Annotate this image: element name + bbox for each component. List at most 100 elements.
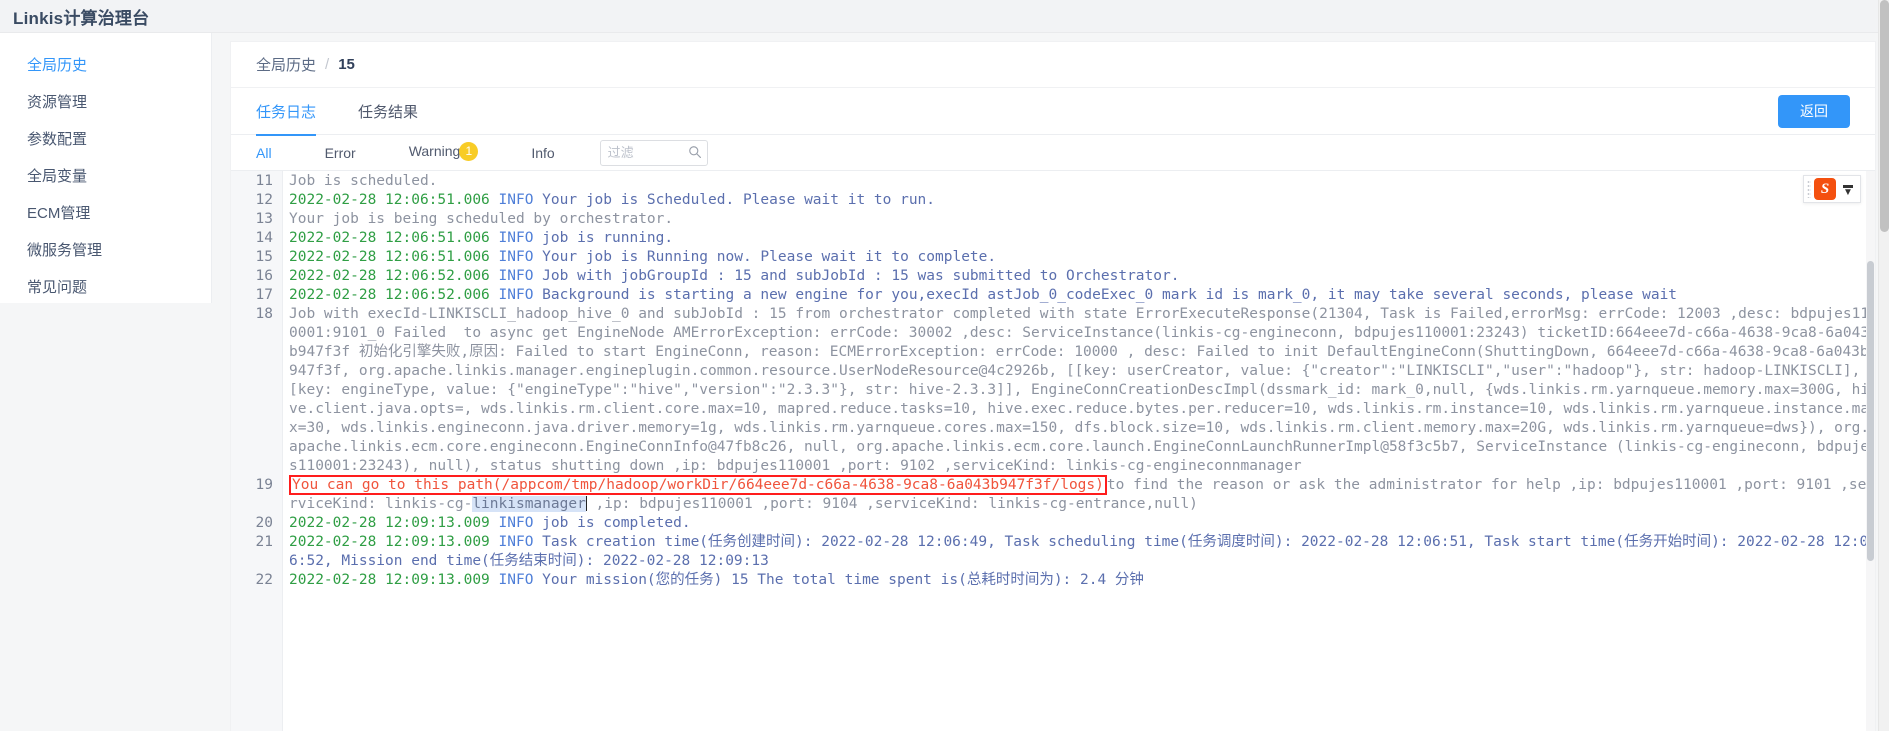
log-segment-ts: 2022-02-28 12:09:13.009 bbox=[289, 572, 499, 588]
log-segment-msg: job is completed. bbox=[542, 515, 690, 531]
ime-toolbar[interactable]: S ▬ ▼ bbox=[1803, 175, 1861, 203]
log-filter-label: Warning bbox=[409, 143, 461, 159]
tab-bar: 任务日志任务结果 返回 bbox=[231, 88, 1875, 135]
breadcrumb-separator: / bbox=[325, 56, 329, 73]
log-filter-error[interactable]: Error bbox=[315, 145, 366, 161]
main-content: 全局历史 / 15 任务日志任务结果 返回 All Error Warning1 In… bbox=[212, 33, 1889, 731]
sidebar-item-global-history[interactable]: 全局历史 bbox=[0, 47, 211, 84]
sidebar-item-label: 常见问题 bbox=[27, 279, 87, 296]
log-line[interactable]: You can go to this path(/appcom/tmp/hado… bbox=[289, 476, 1875, 514]
log-segment-lvl: INFO bbox=[499, 534, 543, 550]
sidebar-item-label: 资源管理 bbox=[27, 94, 87, 111]
log-line-number: 21 bbox=[231, 533, 282, 571]
log-segment-ts: 2022-02-28 12:06:51.006 bbox=[289, 192, 499, 208]
log-line-number: 22 bbox=[231, 571, 282, 590]
sidebar-item-global-variable[interactable]: 全局变量 bbox=[0, 158, 211, 195]
log-segment-ts: 2022-02-28 12:06:51.006 bbox=[289, 230, 499, 246]
log-segment-lvl: INFO bbox=[499, 287, 543, 303]
sidebar-item-faq[interactable]: 常见问题 bbox=[0, 269, 211, 306]
log-line-number: 17 bbox=[231, 286, 282, 305]
log-segment-lvl: INFO bbox=[499, 515, 543, 531]
log-line[interactable]: Job is scheduled. bbox=[289, 172, 1875, 191]
log-segment-plain: Job with execId-LINKISCLI_hadoop_hive_0 … bbox=[289, 306, 1869, 474]
log-segment-plain: Job is scheduled. bbox=[289, 173, 437, 189]
log-segment-ts: 2022-02-28 12:06:52.006 bbox=[289, 287, 499, 303]
sidebar-item-label: 全局变量 bbox=[27, 168, 87, 185]
log-line[interactable]: 2022-02-28 12:06:51.006 INFO Your job is… bbox=[289, 191, 1875, 210]
body-container: 全局历史资源管理参数配置全局变量 ECM管理微服务管理常见问题 全局历史 / 15… bbox=[0, 33, 1889, 731]
log-segment-lvl: INFO bbox=[499, 192, 543, 208]
log-line-number: 13 bbox=[231, 210, 282, 229]
log-filter-label: Info bbox=[531, 145, 554, 161]
task-detail-panel: 全局历史 / 15 任务日志任务结果 返回 All Error Warning1 In… bbox=[230, 41, 1876, 731]
log-scrollbar-thumb[interactable] bbox=[1867, 261, 1874, 561]
log-segment-ts: 2022-02-28 12:06:52.006 bbox=[289, 268, 499, 284]
warning-count-badge: 1 bbox=[459, 142, 478, 161]
log-viewer[interactable]: 111213141516171819202122 Job is schedule… bbox=[231, 170, 1875, 731]
page-scrollbar-track[interactable] bbox=[1878, 0, 1889, 731]
search-input[interactable] bbox=[600, 140, 708, 166]
ime-expand-icons[interactable]: ▬ ▼ bbox=[1843, 182, 1853, 196]
ime-drag-handle[interactable] bbox=[1807, 180, 1811, 198]
log-line[interactable]: 2022-02-28 12:09:13.009 INFO Task creati… bbox=[289, 533, 1875, 571]
app-title: Linkis计算治理台 bbox=[13, 4, 149, 29]
log-segment-ts: 2022-02-28 12:09:13.009 bbox=[289, 534, 499, 550]
log-segment-ts: 2022-02-28 12:06:51.006 bbox=[289, 249, 499, 265]
sidebar-item-label: 全局历史 bbox=[27, 57, 87, 74]
log-line[interactable]: 2022-02-28 12:06:52.006 INFO Background … bbox=[289, 286, 1875, 305]
log-filter-info[interactable]: Info bbox=[521, 145, 564, 161]
ime-chevron-down-icon[interactable]: ▼ bbox=[1843, 189, 1853, 196]
log-segment-msg: Background is starting a new engine for … bbox=[542, 287, 1677, 303]
sidebar-item-label: 微服务管理 bbox=[27, 242, 102, 259]
breadcrumb: 全局历史 / 15 bbox=[231, 42, 1875, 88]
sidebar-item-microservice-management[interactable]: 微服务管理 bbox=[0, 232, 211, 269]
log-line-number: 18 bbox=[231, 305, 282, 476]
log-line[interactable]: 2022-02-28 12:06:51.006 INFO job is runn… bbox=[289, 229, 1875, 248]
tab-0[interactable]: 任务日志 bbox=[256, 88, 316, 135]
log-filter-search[interactable] bbox=[600, 140, 708, 166]
log-segment-ts: 2022-02-28 12:09:13.009 bbox=[289, 515, 499, 531]
sidebar-item-ecm-management[interactable]: ECM管理 bbox=[0, 195, 211, 232]
log-filter-label: All bbox=[256, 145, 272, 161]
app-root: Linkis计算治理台 全局历史资源管理参数配置全局变量 ECM管理微服务管理常见… bbox=[0, 0, 1889, 731]
sidebar-item-label: 参数配置 bbox=[27, 131, 87, 148]
selected-text: linkismanager bbox=[472, 496, 586, 512]
log-segment-lvl: INFO bbox=[499, 230, 543, 246]
log-line[interactable]: Job with execId-LINKISCLI_hadoop_hive_0 … bbox=[289, 305, 1875, 476]
log-content[interactable]: Job is scheduled. 2022-02-28 12:06:51.006… bbox=[283, 171, 1875, 731]
log-line-number: 19 bbox=[231, 476, 282, 514]
log-filter-bar: All Error Warning1 Info bbox=[231, 135, 1875, 170]
log-segment-plain: ,ip: bdpujes110001 ,port: 9104 ,serviceK… bbox=[587, 496, 1198, 512]
sidebar-item-parameter-config[interactable]: 参数配置 bbox=[0, 121, 211, 158]
log-segment-msg: job is running. bbox=[542, 230, 673, 246]
log-segment-msg: Job with jobGroupId : 15 and subJobId : … bbox=[542, 268, 1179, 284]
log-filter-label: Error bbox=[325, 145, 356, 161]
back-button[interactable]: 返回 bbox=[1778, 95, 1850, 128]
log-line[interactable]: 2022-02-28 12:09:13.009 INFO job is comp… bbox=[289, 514, 1875, 533]
log-filter-all[interactable]: All bbox=[246, 145, 282, 161]
sogou-logo-icon[interactable]: S bbox=[1814, 178, 1836, 200]
breadcrumb-parent[interactable]: 全局历史 bbox=[256, 54, 316, 75]
log-segment-msg: Your mission(您的任务) 15 The total time spe… bbox=[542, 572, 1144, 588]
log-segment-msg: Your job is Scheduled. Please wait it to… bbox=[542, 192, 935, 208]
log-scrollbar-track[interactable] bbox=[1866, 171, 1875, 731]
log-segment-plain: Your job is being scheduled by orchestra… bbox=[289, 211, 673, 227]
tab-1[interactable]: 任务结果 bbox=[358, 88, 418, 135]
log-line-number: 12 bbox=[231, 191, 282, 210]
log-line-number: 15 bbox=[231, 248, 282, 267]
sidebar-item-label: ECM管理 bbox=[27, 205, 90, 222]
sidebar: 全局历史资源管理参数配置全局变量 ECM管理微服务管理常见问题 bbox=[0, 33, 212, 303]
log-segment-msg: Your job is Running now. Please wait it … bbox=[542, 249, 996, 265]
log-line[interactable]: 2022-02-28 12:06:51.006 INFO Your job is… bbox=[289, 248, 1875, 267]
sidebar-item-resource-management[interactable]: 资源管理 bbox=[0, 84, 211, 121]
log-line-number: 20 bbox=[231, 514, 282, 533]
log-segment-lvl: INFO bbox=[499, 572, 543, 588]
log-segment-lvl: INFO bbox=[499, 249, 543, 265]
log-line-numbers: 111213141516171819202122 bbox=[231, 171, 283, 731]
page-scrollbar-thumb[interactable] bbox=[1880, 0, 1889, 232]
top-bar: Linkis计算治理台 bbox=[0, 0, 1889, 33]
log-line[interactable]: Your job is being scheduled by orchestra… bbox=[289, 210, 1875, 229]
log-line[interactable]: 2022-02-28 12:09:13.009 INFO Your missio… bbox=[289, 571, 1875, 590]
log-line[interactable]: 2022-02-28 12:06:52.006 INFO Job with jo… bbox=[289, 267, 1875, 286]
log-filter-warning[interactable]: Warning1 bbox=[399, 143, 489, 162]
